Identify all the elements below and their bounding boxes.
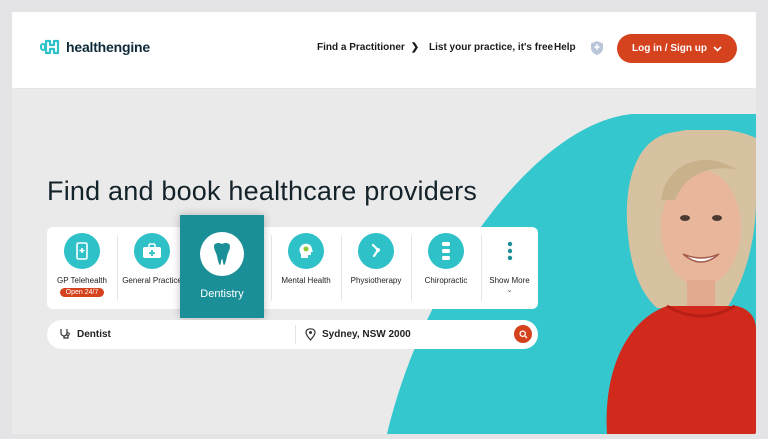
stethoscope-icon <box>60 329 70 339</box>
location-search-input[interactable]: Sydney, NSW 2000 <box>305 328 411 341</box>
category-label: Chiropractic <box>424 276 468 285</box>
category-label: General Practice <box>122 276 182 285</box>
category-physiotherapy[interactable]: Physiotherapy <box>341 227 411 309</box>
location-search-value: Sydney, NSW 2000 <box>322 329 411 340</box>
chevron-down-icon <box>713 45 722 52</box>
shield-icon[interactable] <box>590 40 604 61</box>
hero-section: Find and book healthcare providers GP Te… <box>12 90 756 434</box>
chevron-right-icon: ❯ <box>410 42 420 53</box>
search-button[interactable] <box>514 325 532 343</box>
head-icon <box>288 233 324 269</box>
spine-icon <box>428 233 464 269</box>
category-show-more[interactable]: Show More ⌄ <box>481 227 538 309</box>
category-gp-telehealth[interactable]: GP Telehealth Open 24/7 <box>47 227 117 309</box>
service-search-value: Dentist <box>77 328 111 340</box>
nav-help[interactable]: Help <box>554 42 576 53</box>
page-title: Find and book healthcare providers <box>47 176 478 206</box>
category-label: Dentistry <box>200 288 244 300</box>
nav-find-practitioner[interactable]: Find a Practitioner ❯ <box>317 42 419 53</box>
category-dentistry[interactable]: Dentistry <box>180 215 264 318</box>
service-search-input[interactable]: Dentist <box>59 328 111 340</box>
search-bar: Dentist Sydney, NSW 2000 <box>47 320 538 349</box>
login-signup-button[interactable]: Log in / Sign up <box>617 34 737 63</box>
category-mental-health[interactable]: Mental Health <box>271 227 341 309</box>
tooth-icon <box>200 232 244 276</box>
open-24-7-badge: Open 24/7 <box>59 288 105 297</box>
logo-text: healthengine <box>66 39 150 55</box>
nav-find-practitioner-label: Find a Practitioner <box>317 42 405 53</box>
medical-bag-icon <box>134 233 170 269</box>
hero-woman-photo <box>567 128 756 434</box>
category-label: Physiotherapy <box>350 276 402 285</box>
nav-list-practice[interactable]: List your practice, it's free <box>429 42 553 53</box>
divider <box>295 325 296 344</box>
category-label: GP Telehealth <box>57 276 107 285</box>
logo[interactable]: healthengine <box>40 38 150 56</box>
browser-frame: healthengine Find a Practitioner ❯ List y… <box>12 12 756 434</box>
category-label: Show More <box>489 276 530 285</box>
category-panel: GP Telehealth Open 24/7 General Practice… <box>47 227 538 309</box>
category-chiropractic[interactable]: Chiropractic <box>411 227 481 309</box>
more-vertical-icon <box>491 233 528 269</box>
location-pin-icon <box>305 328 316 341</box>
search-icon <box>518 329 527 338</box>
category-general-practice[interactable]: General Practice <box>117 227 187 309</box>
logo-icon <box>40 39 60 55</box>
phone-plus-icon <box>64 233 100 269</box>
chevron-down-icon: ⌄ <box>506 287 513 294</box>
category-label: Mental Health <box>281 276 331 285</box>
login-signup-label: Log in / Sign up <box>632 43 707 54</box>
site-header: healthengine Find a Practitioner ❯ List y… <box>12 12 756 89</box>
joint-icon <box>358 233 394 269</box>
